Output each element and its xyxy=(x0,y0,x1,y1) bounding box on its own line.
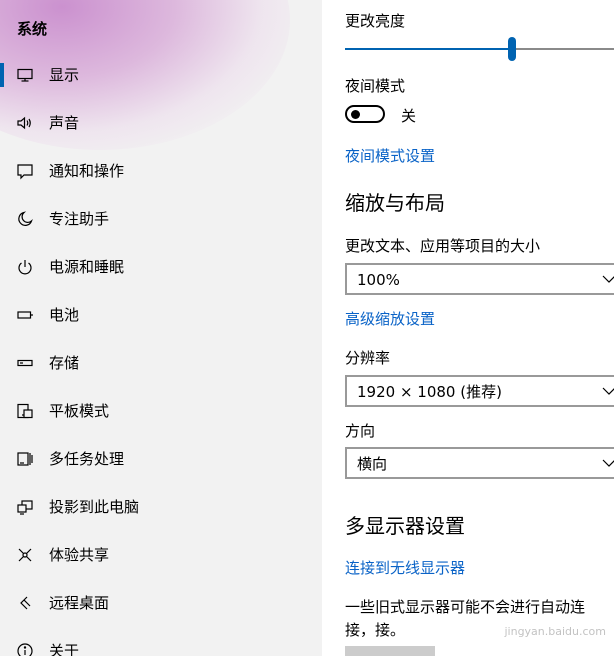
night-mode-settings-link[interactable]: 夜间模式设置 xyxy=(345,146,435,166)
sidebar-item-label: 平板模式 xyxy=(49,402,110,420)
orientation-dropdown[interactable]: 横向 xyxy=(345,447,614,479)
sidebar-item-shared-experiences[interactable]: 体验共享 xyxy=(0,531,322,579)
sidebar-item-tablet-mode[interactable]: 平板模式 xyxy=(0,387,322,435)
brightness-label: 更改亮度 xyxy=(345,12,406,30)
multi-display-heading: 多显示器设置 xyxy=(345,514,465,538)
sidebar-item-project-to-pc[interactable]: 投影到此电脑 xyxy=(0,483,322,531)
chevron-down-icon xyxy=(602,387,614,395)
chevron-down-icon xyxy=(602,275,614,283)
watermark: jingyan.baidu.com xyxy=(504,625,606,638)
scale-layout-heading: 缩放与布局 xyxy=(345,191,445,215)
sidebar-item-notifications[interactable]: 通知和操作 xyxy=(0,147,322,195)
display-settings-panel: 更改亮度 夜间模式 关 夜间模式设置 缩放与布局 更改文本、应用等项目的大小 1… xyxy=(345,0,614,656)
night-mode-state: 关 xyxy=(401,107,417,125)
sidebar-title: 系统 xyxy=(17,20,48,38)
drive-icon xyxy=(16,354,34,372)
speaker-icon xyxy=(16,114,34,132)
resolution-dropdown[interactable]: 1920 × 1080 (推荐) xyxy=(345,375,614,407)
battery-icon xyxy=(16,306,34,324)
night-mode-label: 夜间模式 xyxy=(345,77,406,95)
scale-dropdown-value: 100% xyxy=(357,271,400,289)
sidebar-item-power-sleep[interactable]: 电源和睡眠 xyxy=(0,243,322,291)
scale-dropdown[interactable]: 100% xyxy=(345,263,614,295)
sidebar-item-about[interactable]: 关于 xyxy=(0,627,322,656)
toggle-knob xyxy=(351,110,360,119)
sidebar-item-label: 显示 xyxy=(49,66,80,84)
brightness-slider-track[interactable] xyxy=(345,48,614,50)
scale-label: 更改文本、应用等项目的大小 xyxy=(345,237,541,255)
sidebar-item-label: 存储 xyxy=(49,354,80,372)
sidebar-item-multitasking[interactable]: 多任务处理 xyxy=(0,435,322,483)
sidebar-item-label: 电池 xyxy=(49,306,80,324)
advanced-scaling-link[interactable]: 高级缩放设置 xyxy=(345,309,435,329)
brightness-slider-thumb[interactable] xyxy=(508,37,516,61)
resolution-label: 分辨率 xyxy=(345,349,391,367)
orientation-label: 方向 xyxy=(345,422,376,440)
sidebar-item-remote-desktop[interactable]: 远程桌面 xyxy=(0,579,322,627)
monitor-icon xyxy=(16,66,34,84)
message-icon xyxy=(16,162,34,180)
sidebar-item-label: 通知和操作 xyxy=(49,162,125,180)
power-icon xyxy=(16,258,34,276)
info-icon xyxy=(16,642,34,656)
brightness-slider-fill xyxy=(345,48,512,50)
sidebar-item-label: 体验共享 xyxy=(49,546,110,564)
moon-icon xyxy=(16,210,34,228)
sidebar-item-label: 关于 xyxy=(49,642,80,656)
sidebar-item-label: 专注助手 xyxy=(49,210,110,228)
sidebar-item-label: 多任务处理 xyxy=(49,450,125,468)
sidebar-item-storage[interactable]: 存储 xyxy=(0,339,322,387)
sidebar-item-label: 投影到此电脑 xyxy=(49,498,140,516)
sidebar-item-label: 电源和睡眠 xyxy=(49,258,125,276)
sidebar-item-focus-assist[interactable]: 专注助手 xyxy=(0,195,322,243)
detect-button[interactable] xyxy=(345,646,435,656)
sidebar: 系统 显示 声音 通知和操作 专注助手 电源和睡眠 电池 存储 平板模式 多任务… xyxy=(0,0,322,656)
multitask-icon xyxy=(16,450,34,468)
orientation-dropdown-value: 横向 xyxy=(357,455,388,473)
remote-desktop-icon xyxy=(16,594,34,612)
sidebar-item-battery[interactable]: 电池 xyxy=(0,291,322,339)
project-icon xyxy=(16,498,34,516)
sidebar-item-sound[interactable]: 声音 xyxy=(0,99,322,147)
night-mode-toggle[interactable] xyxy=(345,105,385,123)
tablet-mode-icon xyxy=(16,402,34,420)
chevron-down-icon xyxy=(602,459,614,467)
resolution-dropdown-value: 1920 × 1080 (推荐) xyxy=(357,383,502,401)
connect-wireless-display-link[interactable]: 连接到无线显示器 xyxy=(345,558,465,578)
settings-window: 系统 显示 声音 通知和操作 专注助手 电源和睡眠 电池 存储 平板模式 多任务… xyxy=(0,0,614,656)
share-icon xyxy=(16,546,34,564)
sidebar-item-label: 远程桌面 xyxy=(49,594,110,612)
sidebar-item-display[interactable]: 显示 xyxy=(0,51,322,99)
sidebar-item-label: 声音 xyxy=(49,114,80,132)
